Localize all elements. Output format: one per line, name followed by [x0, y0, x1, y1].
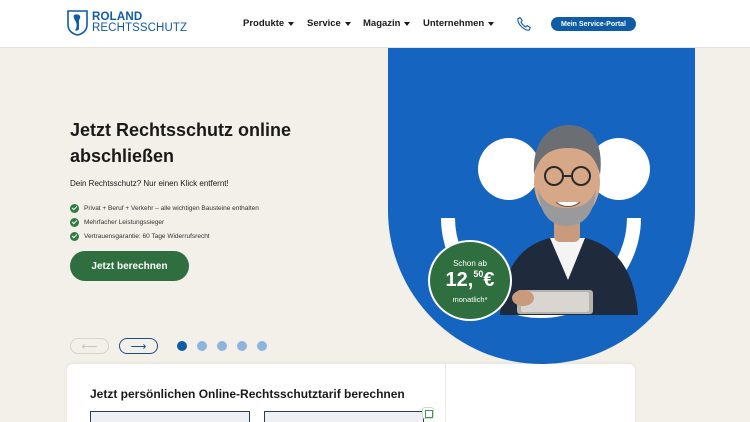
nav-item-unternehmen[interactable]: Unternehmen	[423, 18, 495, 29]
service-portal-button[interactable]: Mein Service-Portal	[551, 17, 636, 31]
roland-logo[interactable]: ROLAND RECHTSSCHUTZ	[67, 10, 187, 36]
nav-item-label: Magazin	[363, 18, 401, 29]
brand-subname: RECHTSSCHUTZ	[92, 22, 188, 34]
slider-dot[interactable]	[257, 341, 267, 351]
feature-item: Privat + Beruf + Verkehr – alle wichtige…	[70, 201, 259, 215]
caret-down-icon	[488, 21, 495, 26]
feature-list: Privat + Beruf + Verkehr – alle wichtige…	[70, 201, 259, 243]
nav-item-label: Service	[307, 18, 341, 29]
calculator-field[interactable]	[264, 411, 424, 422]
tariff-calculator-card: Jetzt persönlichen Online-Rechtsschutzta…	[67, 364, 635, 422]
card-divider	[445, 364, 446, 422]
feature-text: Vertrauensgarantie: 60 Tage Widerrufsrec…	[84, 232, 210, 240]
arrow-right-icon: ⟶	[130, 340, 147, 353]
slider-dot[interactable]	[177, 341, 187, 351]
calculate-button[interactable]: Jetzt berechnen	[70, 251, 189, 281]
caret-down-icon	[404, 21, 411, 26]
price-badge: Schon ab 12,50€ monatlich*	[428, 240, 512, 321]
check-circle-icon	[70, 231, 79, 241]
slider-prev-button[interactable]: ⟵	[70, 338, 109, 354]
check-circle-icon	[70, 217, 79, 227]
caret-down-icon	[344, 21, 351, 26]
badge-suffix: monatlich*	[452, 295, 488, 304]
nav-item-produkte[interactable]: Produkte	[243, 18, 295, 29]
hero-person-image	[500, 124, 638, 315]
feature-item: Mehrfacher Leistungssieger	[70, 215, 259, 229]
slider-dot[interactable]	[197, 341, 207, 351]
arrow-left-icon: ⟵	[81, 340, 98, 353]
nav-item-label: Produkte	[243, 18, 285, 29]
slider-dot[interactable]	[217, 341, 227, 351]
check-circle-icon	[70, 203, 79, 213]
feature-text: Privat + Beruf + Verkehr – alle wichtige…	[84, 204, 259, 212]
feature-item: Vertrauensgarantie: 60 Tage Widerrufsrec…	[70, 229, 259, 243]
phone-icon[interactable]	[516, 16, 532, 32]
calculator-field[interactable]	[90, 411, 250, 422]
site-header: ROLAND RECHTSSCHUTZ Produkte Service Mag…	[0, 0, 750, 48]
nav-item-magazin[interactable]: Magazin	[363, 18, 411, 29]
nav-item-service[interactable]: Service	[307, 18, 351, 29]
feature-text: Mehrfacher Leistungssieger	[84, 218, 165, 226]
calculator-title: Jetzt persönlichen Online-Rechtsschutzta…	[90, 387, 405, 401]
badge-price: 12,50€	[445, 269, 495, 291]
form-helper-icon[interactable]	[422, 407, 434, 419]
hero-title: Jetzt Rechtsschutz online abschließen	[70, 120, 292, 166]
shield-logo-icon	[67, 10, 88, 36]
badge-prefix: Schon ab	[453, 259, 487, 268]
slider-dot[interactable]	[237, 341, 247, 351]
nav-item-label: Unternehmen	[423, 18, 485, 29]
slider-next-button[interactable]: ⟶	[119, 338, 158, 354]
hero-subtitle: Dein Rechtsschutz? Nur einen Klick entfe…	[70, 179, 229, 188]
caret-down-icon	[288, 21, 295, 26]
